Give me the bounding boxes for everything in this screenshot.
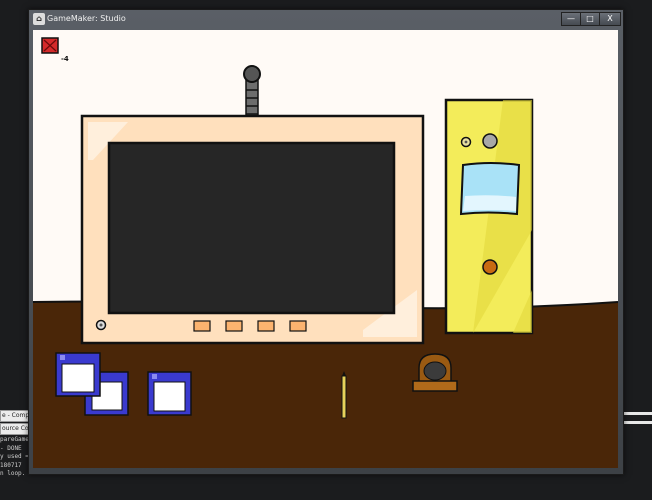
- gamemaker-app-icon: ⌂: [33, 13, 45, 25]
- inventory-slot-icon[interactable]: [41, 37, 59, 54]
- television[interactable]: [80, 114, 425, 345]
- game-window: ⌂ GameMaker: Studio — □ X -4: [28, 9, 624, 475]
- tv-button-3[interactable]: [257, 320, 275, 332]
- item-counter: -4: [61, 55, 69, 63]
- minimize-button[interactable]: —: [561, 12, 581, 26]
- pencil[interactable]: [341, 371, 347, 419]
- cabinet-orange-button[interactable]: [482, 259, 498, 275]
- game-canvas[interactable]: -4: [33, 30, 618, 468]
- maximize-button[interactable]: □: [580, 12, 600, 26]
- tv-screen[interactable]: [107, 141, 396, 315]
- floppy-disk-3[interactable]: [147, 371, 192, 416]
- title-bar[interactable]: ⌂ GameMaker: Studio — □ X: [29, 10, 623, 30]
- floppy-disk-2[interactable]: [55, 352, 101, 397]
- close-button[interactable]: X: [599, 12, 621, 26]
- background-panel-edge: [620, 412, 652, 442]
- window-title: GameMaker: Studio: [47, 14, 126, 23]
- tv-button-4[interactable]: [289, 320, 307, 332]
- yellow-cabinet[interactable]: [444, 98, 534, 335]
- game-scene: [33, 30, 618, 468]
- cabinet-gray-button[interactable]: [482, 133, 498, 149]
- tv-button-2[interactable]: [225, 320, 243, 332]
- tv-button-1[interactable]: [193, 320, 211, 332]
